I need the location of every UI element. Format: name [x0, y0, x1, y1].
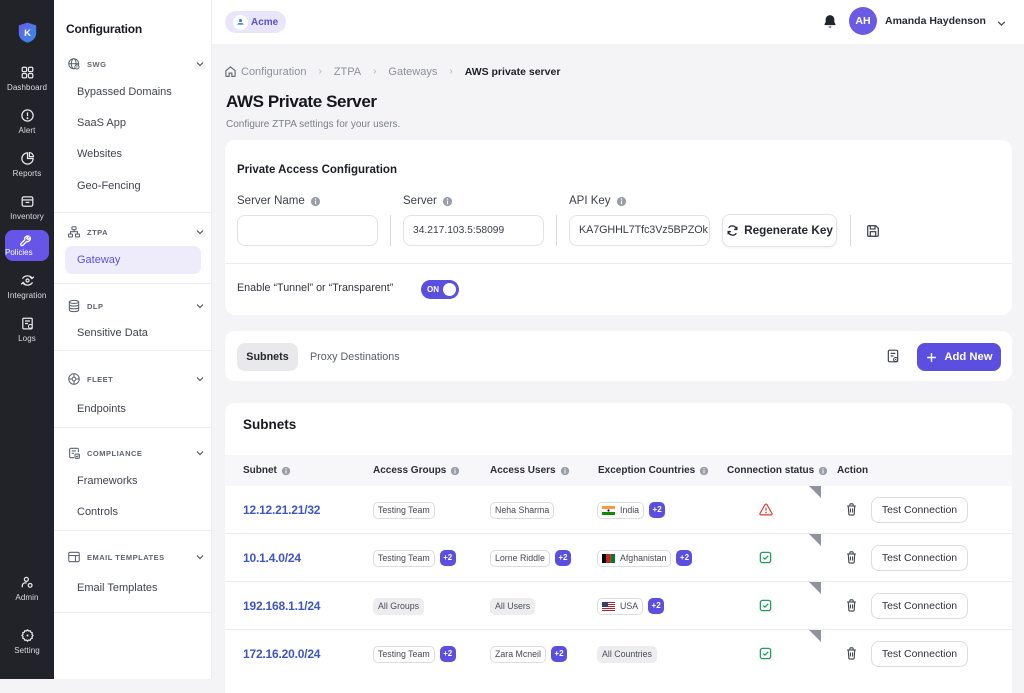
svg-text:K: K: [24, 28, 31, 39]
